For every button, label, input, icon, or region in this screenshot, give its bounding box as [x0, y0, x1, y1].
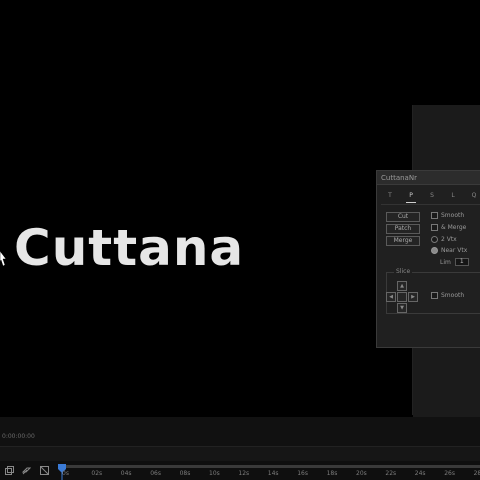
- smooth-label: Smooth: [441, 212, 465, 219]
- ruler-tick-label: 16s: [297, 470, 308, 477]
- ruler-tick-label: 04s: [120, 470, 132, 477]
- vtx-radio[interactable]: 2 Vtx: [431, 235, 457, 245]
- radio-circle-selected: [431, 247, 438, 254]
- ruler-tick-label: 26s: [444, 470, 455, 477]
- near-vtx-label: Near Vtx: [441, 247, 468, 254]
- merge-button[interactable]: Merge: [386, 236, 420, 246]
- tab-q[interactable]: Q: [469, 191, 479, 203]
- checkbox-box: [431, 292, 438, 299]
- slice-smooth-checkbox[interactable]: Smooth: [431, 291, 464, 301]
- tab-l[interactable]: L: [448, 191, 458, 203]
- lim-label: Lim: [440, 259, 451, 266]
- and-merge-checkbox[interactable]: & Merge: [431, 223, 466, 233]
- slice-down-button[interactable]: ▼: [397, 303, 407, 313]
- tab-divider: [381, 204, 480, 205]
- slice-right-button[interactable]: ▶: [408, 292, 418, 302]
- near-vtx-radio[interactable]: Near Vtx: [431, 246, 467, 256]
- lim-input[interactable]: 1: [454, 258, 469, 266]
- ruler-tick-label: 12s: [238, 470, 250, 477]
- slice-smooth-label: Smooth: [441, 292, 465, 299]
- ruler-tick-label: 0s: [62, 470, 69, 477]
- checkbox-box: [431, 224, 438, 231]
- smooth-checkbox[interactable]: Smooth: [431, 211, 464, 221]
- current-time-display[interactable]: 0:00:00:00: [2, 433, 35, 440]
- lim-field: Lim 1: [440, 258, 469, 268]
- ruler-tick-label: 08s: [179, 470, 191, 477]
- slice-left-button[interactable]: ◀: [386, 292, 396, 302]
- ruler-tick-label: 06s: [150, 470, 161, 477]
- tab-s[interactable]: S: [427, 191, 437, 203]
- ruler-tick-label: 02s: [91, 470, 103, 477]
- ruler-tick-label: 10s: [209, 470, 220, 477]
- slice-up-button[interactable]: ▲: [397, 281, 407, 291]
- panel-title[interactable]: CuttanaNr: [377, 171, 480, 185]
- vtx-label: 2 Vtx: [441, 236, 457, 243]
- cut-button[interactable]: Cut: [386, 212, 420, 222]
- timeline-track[interactable]: [0, 447, 480, 461]
- ruler-tick-label: 28s: [473, 470, 480, 477]
- ruler-tick-label: 20s: [356, 470, 367, 477]
- radio-circle: [431, 236, 438, 243]
- ruler-tick-label: 14s: [267, 470, 279, 477]
- ruler-tick-label: 18s: [326, 470, 338, 477]
- viewer-title-text[interactable]: Cuttana: [14, 223, 244, 273]
- tab-p[interactable]: P: [406, 191, 416, 203]
- and-merge-label: & Merge: [441, 224, 467, 231]
- slice-center-button[interactable]: [397, 292, 407, 302]
- checkbox-box: [431, 212, 438, 219]
- composition-icon[interactable]: [5, 466, 14, 475]
- composition-viewer[interactable]: Cuttana: [0, 105, 413, 415]
- panel-tabs: T P S L Q: [377, 191, 480, 203]
- work-area-bar[interactable]: [58, 465, 480, 468]
- layers-icon[interactable]: [22, 466, 31, 475]
- ruler-tick-label: 22s: [385, 470, 397, 477]
- slice-group-label: Slice: [394, 268, 413, 276]
- ruler-tick-label: 24s: [414, 470, 426, 477]
- motion-blur-icon[interactable]: [40, 466, 49, 475]
- patch-button[interactable]: Patch: [386, 224, 420, 234]
- mouse-cursor-icon: [0, 251, 7, 267]
- tab-t[interactable]: T: [385, 191, 395, 203]
- app-window: Cuttana CuttanaNr T P S L Q Cut Patch Me…: [0, 0, 480, 480]
